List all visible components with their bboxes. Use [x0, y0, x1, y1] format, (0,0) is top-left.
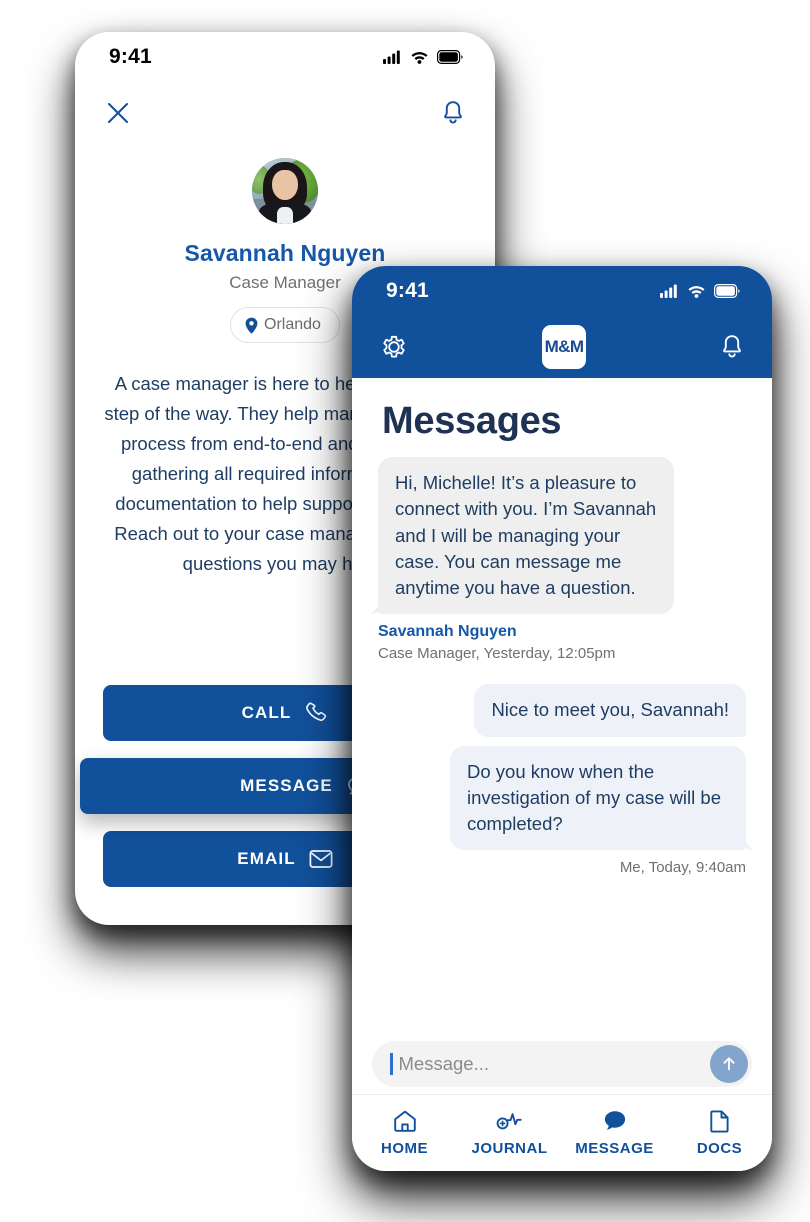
envelope-icon	[309, 850, 333, 868]
close-icon[interactable]	[107, 102, 129, 124]
message-thread: Hi, Michelle! It’s a pleasure to connect…	[352, 443, 772, 876]
messages-header: 9:41 M&M	[352, 266, 772, 378]
message-sender-name: Savannah Nguyen	[378, 623, 517, 641]
status-bar-icons	[660, 284, 740, 298]
status-bar-time: 9:41	[109, 45, 152, 68]
message-button-label: MESSAGE	[240, 776, 333, 795]
call-button-label: CALL	[241, 703, 292, 722]
page-title: Messages	[382, 400, 562, 442]
avatar	[252, 158, 318, 224]
composer-field-wrap[interactable]	[372, 1041, 752, 1087]
tab-journal-label: JOURNAL	[471, 1140, 548, 1157]
status-bar: 9:41	[352, 266, 772, 316]
tab-docs[interactable]: DOCS	[667, 1109, 772, 1157]
message-composer	[352, 1041, 772, 1087]
tab-message-label: MESSAGE	[575, 1140, 654, 1157]
send-button[interactable]	[710, 1045, 748, 1083]
bell-icon[interactable]	[441, 100, 465, 126]
location-chip: Orlando	[230, 307, 340, 343]
arrow-up-icon	[723, 1057, 735, 1071]
status-bar-time: 9:41	[386, 279, 429, 302]
message-bubble-outgoing: Do you know when the investigation of my…	[450, 745, 746, 851]
profile-top-bar	[75, 82, 495, 144]
bottom-tab-bar: HOME JOURNAL MESSAGE DOCS	[352, 1094, 772, 1171]
messages-nav-bar: M&M	[352, 316, 772, 378]
bell-icon[interactable]	[720, 334, 744, 360]
tab-home[interactable]: HOME	[352, 1109, 457, 1157]
messages-phone: 9:41 M&M Messages Hi, Michelle! It’s a p…	[352, 266, 772, 1171]
status-bar-icons	[383, 50, 463, 64]
phone-icon	[306, 702, 327, 721]
battery-icon	[437, 50, 463, 64]
tab-message[interactable]: MESSAGE	[562, 1109, 667, 1157]
chat-bubble-filled-icon	[604, 1111, 625, 1130]
app-logo-text: M&M	[544, 337, 584, 356]
status-bar: 9:41	[75, 32, 495, 82]
message-bubble-outgoing: Nice to meet you, Savannah!	[474, 684, 746, 737]
cellular-signal-icon	[383, 50, 400, 64]
message-sender-meta: Case Manager, Yesterday, 12:05pm	[378, 645, 616, 663]
map-pin-icon	[245, 317, 258, 333]
wifi-icon	[688, 286, 705, 298]
email-button-label: EMAIL	[237, 849, 296, 868]
location-label: Orlando	[264, 316, 321, 333]
wifi-icon	[411, 52, 428, 64]
tab-docs-label: DOCS	[696, 1140, 743, 1157]
message-bubble-incoming: Hi, Michelle! It’s a pleasure to connect…	[378, 457, 674, 615]
tab-journal[interactable]: JOURNAL	[457, 1109, 562, 1157]
pulse-icon	[496, 1113, 522, 1130]
document-icon	[709, 1110, 729, 1133]
message-input[interactable]	[392, 1052, 710, 1076]
battery-icon	[714, 284, 740, 298]
gear-icon[interactable]	[380, 333, 408, 361]
cellular-signal-icon	[660, 284, 677, 298]
app-logo: M&M	[542, 325, 586, 369]
tab-home-label: HOME	[381, 1140, 428, 1157]
home-icon	[393, 1110, 416, 1132]
profile-name: Savannah Nguyen	[184, 240, 386, 266]
message-timestamp: Me, Today, 9:40am	[619, 859, 746, 877]
